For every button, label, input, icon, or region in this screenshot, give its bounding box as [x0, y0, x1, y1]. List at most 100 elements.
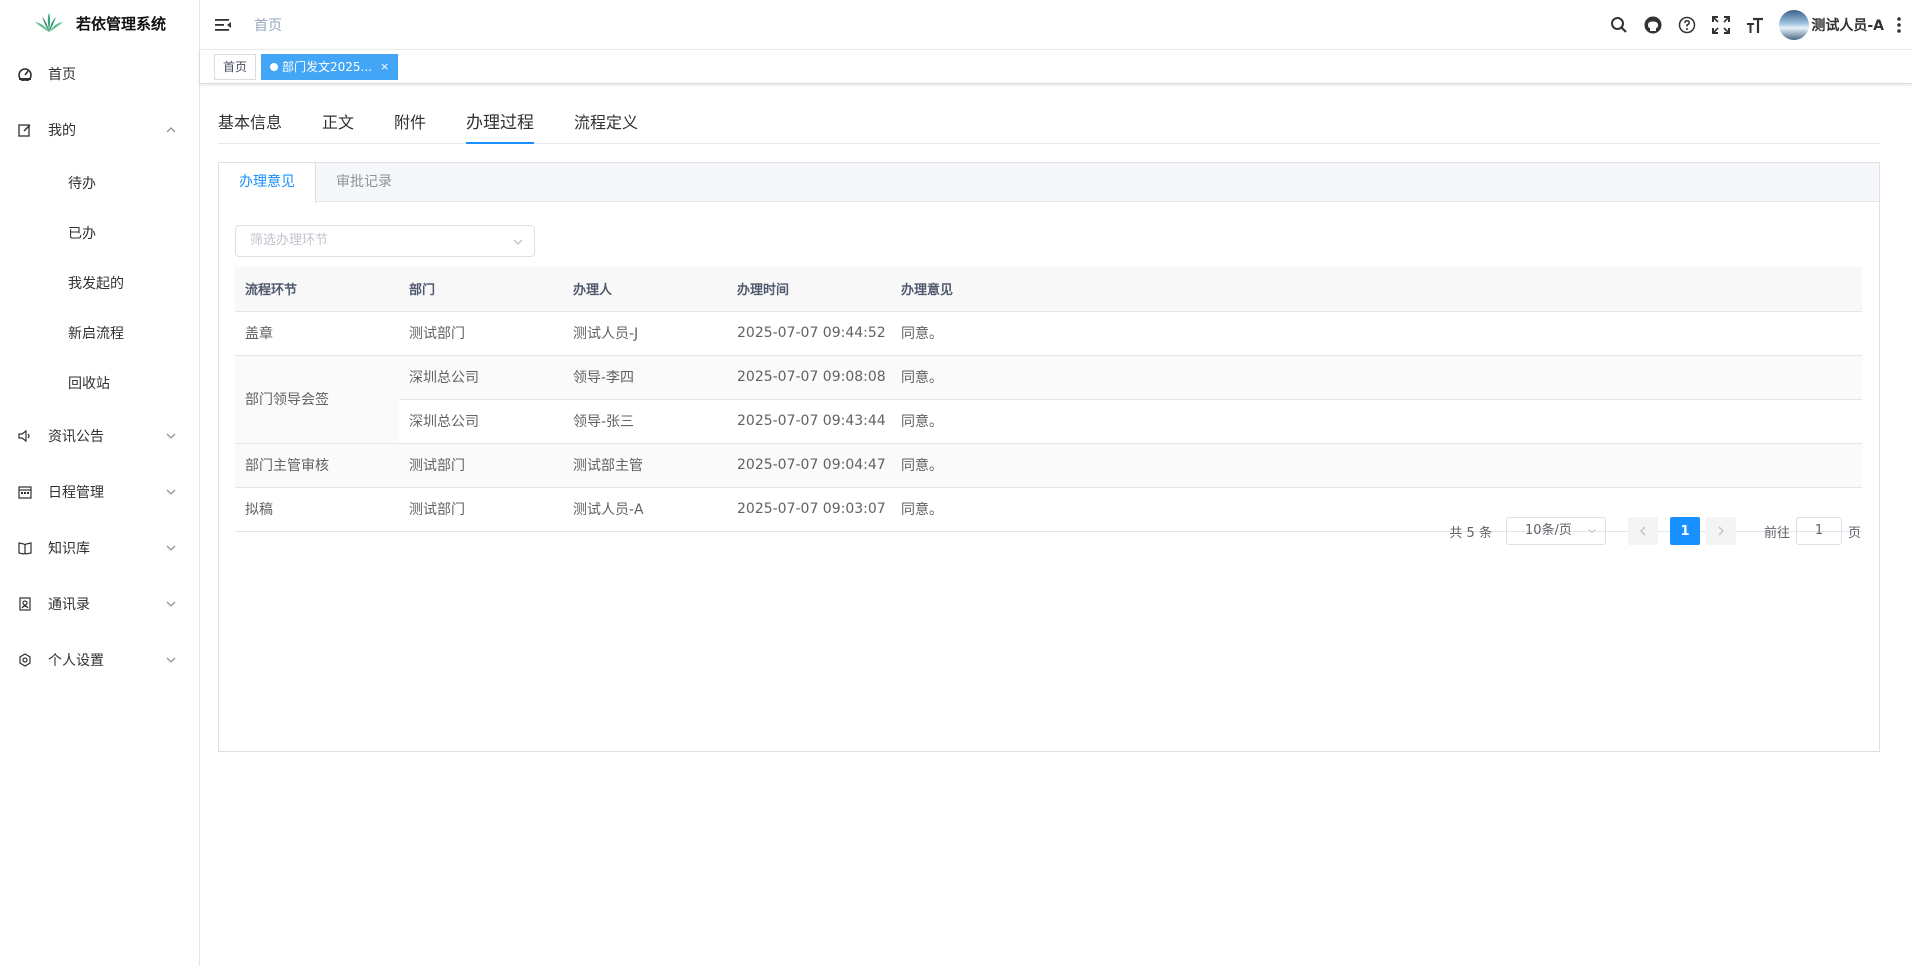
user-name[interactable]: 测试人员-A [1811, 15, 1884, 35]
sidebar-item-knowledge[interactable]: 知识库 [0, 520, 199, 576]
cell-opinion: 同意。 [891, 399, 1862, 444]
cell-opinion: 同意。 [891, 355, 1862, 400]
tab-basic-info[interactable]: 基本信息 [218, 103, 282, 143]
chevron-right-icon [1718, 526, 1724, 536]
sidebar-item-home[interactable]: 首页 [0, 46, 199, 102]
card-tabs: 办理意见 审批记录 [219, 163, 1879, 203]
logo-icon [35, 13, 63, 32]
sidebar-subitem-recycle-bin[interactable]: 回收站 [0, 358, 199, 408]
cell-handler: 测试人员-A [563, 487, 727, 532]
cell-dept: 深圳总公司 [399, 355, 563, 400]
col-dept: 部门 [399, 267, 563, 312]
hamburger-icon[interactable] [214, 16, 232, 34]
sidebar-subitem-new-process[interactable]: 新启流程 [0, 308, 199, 358]
col-step: 流程环节 [235, 267, 399, 312]
font-size-icon[interactable] [1745, 15, 1765, 35]
table-row: 盖章 测试部门 测试人员-J 2025-07-07 09:44:52 同意。 [235, 311, 1862, 356]
cell-step: 拟稿 [235, 487, 399, 532]
main-content: 基本信息 正文 附件 办理过程 流程定义 办理意见 审批记录 筛选办理环节 流程… [218, 84, 1880, 752]
sidebar-menu: 首页 我的 待办 已办 我发起的 新启流程 回收站 资讯公告 日程管理 知识库 … [0, 46, 199, 688]
github-icon[interactable] [1643, 15, 1663, 35]
table-row: 部门领导会签 深圳总公司 领导-李四 2025-07-07 09:08:08 同… [235, 355, 1862, 444]
tag-label: 部门发文2025... [282, 59, 372, 74]
edit-icon [18, 123, 32, 137]
tab-opinions[interactable]: 办理意见 [219, 163, 316, 203]
next-page-button[interactable] [1705, 517, 1736, 545]
search-icon[interactable] [1609, 15, 1629, 35]
sidebar-subitem-initiated[interactable]: 我发起的 [0, 258, 199, 308]
cell-handler: 领导-李四 [563, 355, 727, 400]
table-row: 深圳总公司 领导-张三 2025-07-07 09:43:44 同意。 [235, 399, 1862, 444]
cell-handler: 测试部主管 [563, 443, 727, 488]
sidebar-subitem-todo[interactable]: 待办 [0, 158, 199, 208]
chevron-up-icon [166, 127, 176, 133]
table-row: 部门主管审核 测试部门 测试部主管 2025-07-07 09:04:47 同意… [235, 443, 1862, 488]
avatar[interactable] [1779, 10, 1810, 40]
sidebar-item-label: 个人设置 [48, 653, 104, 669]
page-unit-label: 页 [1847, 525, 1861, 541]
cell-handler: 领导-张三 [563, 399, 727, 444]
chevron-left-icon [1639, 526, 1646, 536]
cell-opinion: 同意。 [891, 311, 1862, 356]
table-header: 流程环节 部门 办理人 办理时间 办理意见 [235, 267, 1862, 312]
col-time: 办理时间 [727, 267, 891, 312]
cell-opinion: 同意。 [891, 443, 1862, 488]
tab-process-definition[interactable]: 流程定义 [574, 103, 638, 143]
settings-icon [18, 653, 32, 667]
opinion-table: 流程环节 部门 办理人 办理时间 办理意见 盖章 测试部门 测试人员-J 202… [235, 267, 1862, 532]
detail-tabs: 基本信息 正文 附件 办理过程 流程定义 [218, 84, 1880, 144]
chevron-down-icon [513, 239, 523, 245]
sidebar-item-label: 首页 [48, 67, 76, 83]
sidebar-item-personal-settings[interactable]: 个人设置 [0, 632, 199, 688]
sidebar: 若依管理系统 首页 我的 待办 已办 我发起的 新启流程 回收站 资讯公告 日程… [0, 0, 200, 966]
sidebar-item-contacts[interactable]: 通讯录 [0, 576, 199, 632]
cell-dept: 测试部门 [399, 311, 563, 356]
cell-step: 盖章 [235, 311, 399, 356]
navbar: 首页 测试人员-A [200, 0, 1912, 50]
navbar-right: 测试人员-A [1595, 0, 1904, 50]
help-icon[interactable] [1677, 15, 1697, 35]
step-filter-select[interactable]: 筛选办理环节 [235, 225, 535, 257]
cell-step: 部门主管审核 [235, 443, 399, 488]
app-title: 若依管理系统 [76, 14, 167, 33]
sidebar-item-label: 知识库 [48, 541, 90, 557]
sidebar-item-news[interactable]: 资讯公告 [0, 408, 199, 464]
chevron-down-icon [166, 489, 176, 495]
page-number-button[interactable]: 1 [1669, 517, 1700, 545]
cell-time: 2025-07-07 09:04:47 [727, 443, 891, 488]
sidebar-item-mine[interactable]: 我的 [0, 102, 199, 158]
chevron-down-icon [1588, 528, 1596, 534]
sidebar-subitem-done[interactable]: 已办 [0, 208, 199, 258]
cell-dept: 深圳总公司 [399, 399, 563, 444]
contacts-icon [18, 597, 32, 611]
tab-body-text[interactable]: 正文 [322, 103, 354, 143]
tab-approval-records[interactable]: 审批记录 [316, 163, 412, 202]
speaker-icon [18, 429, 32, 443]
chevron-down-icon [166, 601, 176, 607]
tag-home[interactable]: 首页 [214, 53, 257, 80]
close-icon[interactable]: × [380, 55, 389, 79]
cell-handler: 测试人员-J [563, 311, 727, 356]
tag-active-document[interactable]: 部门发文2025... × [261, 53, 399, 80]
pagination-total: 共 5 条 [1449, 525, 1492, 541]
dashboard-icon [18, 67, 32, 81]
prev-page-button[interactable] [1627, 517, 1658, 545]
breadcrumb[interactable]: 首页 [254, 15, 282, 35]
sidebar-item-label: 通讯录 [48, 597, 90, 613]
sidebar-item-schedule[interactable]: 日程管理 [0, 464, 199, 520]
cell-time: 2025-07-07 09:03:07 [727, 487, 891, 532]
tags-view: 首页 部门发文2025... × [200, 50, 1912, 84]
more-vertical-icon[interactable] [1894, 15, 1904, 35]
tab-process[interactable]: 办理过程 [466, 103, 535, 144]
logo[interactable]: 若依管理系统 [0, 0, 199, 46]
process-card: 办理意见 审批记录 筛选办理环节 流程环节 部门 办理人 办理时间 办理意见 盖… [218, 162, 1880, 752]
cell-dept: 测试部门 [399, 487, 563, 532]
cell-time: 2025-07-07 09:43:44 [727, 399, 891, 444]
chevron-down-icon [166, 433, 176, 439]
cell-time: 2025-07-07 09:44:52 [727, 311, 891, 356]
page-size-select[interactable]: 10条/页 [1505, 517, 1606, 545]
col-opinion: 办理意见 [891, 267, 1862, 312]
tab-attachments[interactable]: 附件 [394, 103, 426, 143]
fullscreen-icon[interactable] [1711, 15, 1731, 35]
goto-page-input[interactable]: 1 [1795, 517, 1842, 545]
